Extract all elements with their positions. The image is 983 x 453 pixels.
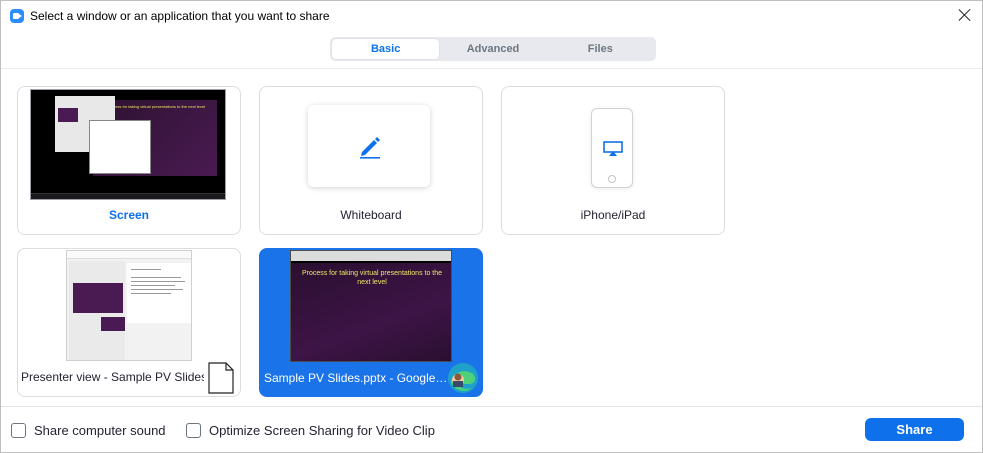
thumb-line <box>131 285 175 286</box>
optimize-video-label: Optimize Screen Sharing for Video Clip <box>209 422 435 438</box>
presenter-thumbnail <box>66 250 192 361</box>
title-bar: Select a window or an application that y… <box>1 1 982 31</box>
tab-files[interactable]: Files <box>547 39 654 59</box>
tile-iphone-ipad[interactable]: iPhone/iPad <box>501 86 725 235</box>
edge-icon <box>448 363 478 393</box>
share-sound-option[interactable]: Share computer sound <box>11 422 166 438</box>
thumb-line <box>131 269 161 270</box>
thumb-window-content <box>58 108 78 122</box>
pencil-icon <box>360 137 380 159</box>
optimize-video-checkbox[interactable] <box>186 422 201 438</box>
share-button[interactable]: Share <box>865 418 964 441</box>
thumb-slide <box>73 283 123 313</box>
tile-label-presenter-view: Presenter view - Sample PV Slides... <box>21 370 204 384</box>
close-icon[interactable] <box>958 8 972 22</box>
thumb-slide-text: Process for taking virtual presentations… <box>106 104 206 109</box>
window-title: Select a window or an application that y… <box>30 9 330 23</box>
share-sound-label: Share computer sound <box>34 422 166 438</box>
share-sound-checkbox[interactable] <box>11 422 26 438</box>
tab-bar: Basic Advanced Files <box>330 37 656 61</box>
thumb-line <box>131 289 183 290</box>
thumb-taskbar <box>31 193 225 199</box>
tile-screen[interactable]: Process for taking virtual presentations… <box>17 86 241 235</box>
thumb-slide-text: Process for taking virtual presentations… <box>301 270 443 286</box>
thumb-browser-bar <box>291 251 451 261</box>
tile-presenter-view[interactable]: Presenter view - Sample PV Slides... <box>17 248 241 397</box>
tile-label-whiteboard: Whiteboard <box>340 208 402 222</box>
thumb-dialog <box>89 120 151 174</box>
airplay-icon <box>603 141 623 156</box>
thumb-next-slide <box>101 317 125 331</box>
thumb-slide: Process for taking virtual presentations… <box>291 263 451 361</box>
thumb-left-pane <box>69 261 125 360</box>
phone-home-button <box>608 175 616 183</box>
google-slides-thumbnail: Process for taking virtual presentations… <box>290 250 452 362</box>
divider <box>1 68 982 69</box>
document-icon <box>208 362 234 394</box>
tile-whiteboard[interactable]: Whiteboard <box>259 86 483 235</box>
share-dialog: Select a window or an application that y… <box>0 0 983 453</box>
tile-google-slides[interactable]: Process for taking virtual presentations… <box>259 248 483 397</box>
thumb-line <box>131 293 171 294</box>
optimize-video-option[interactable]: Optimize Screen Sharing for Video Clip <box>186 422 435 438</box>
whiteboard-card <box>308 105 430 187</box>
thumb-toolbar <box>67 251 191 259</box>
zoom-app-icon <box>10 9 24 23</box>
tile-label-screen: Screen <box>108 208 150 222</box>
divider <box>1 406 982 407</box>
tile-label-iphone-ipad: iPhone/iPad <box>580 208 646 222</box>
thumb-notes <box>127 263 191 323</box>
tile-label-google-slides: Sample PV Slides.pptx - Google S... <box>264 371 448 385</box>
thumb-line <box>131 281 185 282</box>
tab-advanced[interactable]: Advanced <box>439 39 546 59</box>
screen-thumbnail: Process for taking virtual presentations… <box>30 89 226 200</box>
phone-icon <box>591 108 633 188</box>
thumb-line <box>131 277 181 278</box>
tab-basic[interactable]: Basic <box>332 39 440 59</box>
